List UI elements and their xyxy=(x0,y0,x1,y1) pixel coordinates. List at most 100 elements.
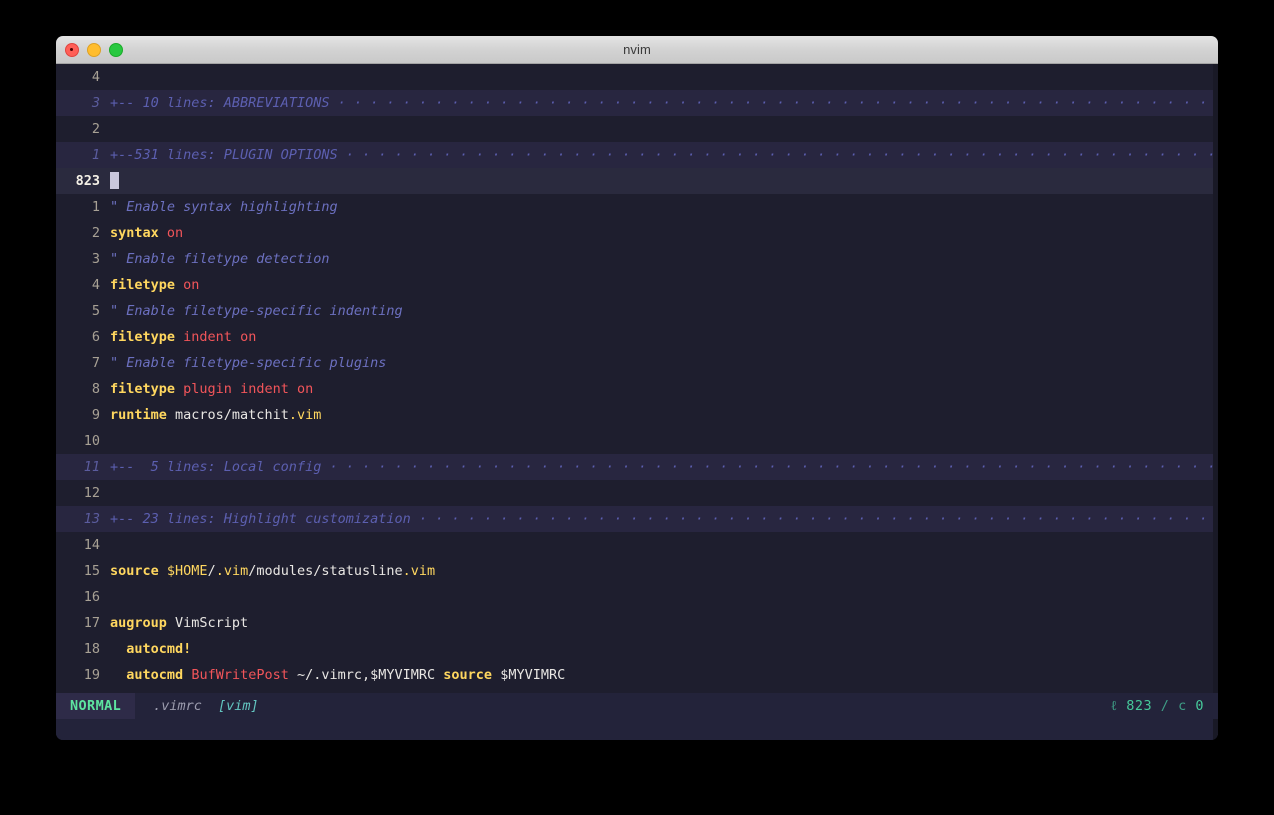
token-val: BufWritePost xyxy=(191,667,289,683)
buffer-line[interactable]: 15 source $HOME/.vim/modules/statusline.v… xyxy=(56,558,1218,584)
status-column-number: 0 xyxy=(1195,698,1204,714)
line-number: 17 xyxy=(83,615,100,631)
buffer-line[interactable]: 2 syntax on xyxy=(56,220,1218,246)
token-kw: augroup xyxy=(110,615,167,631)
token-txt: ~/.vimrc,$MYVIMRC xyxy=(288,667,444,683)
token-comment: " Enable syntax highlighting xyxy=(110,199,338,215)
buffer-line[interactable]: 2 xyxy=(56,116,1218,142)
token-val: on xyxy=(166,225,184,241)
line-content: filetype plugin indent on xyxy=(110,376,1218,402)
line-number: 2 xyxy=(91,121,100,137)
line-icon: ℓ xyxy=(1110,698,1118,714)
right-edge-gutter xyxy=(1213,64,1218,740)
buffer-line[interactable]: 19 autocmd BufWritePost ~/.vimrc,$MYVIMR… xyxy=(56,662,1218,688)
buffer-line[interactable]: 1 +--531 lines: PLUGIN OPTIONS · · · · · … xyxy=(56,142,1218,168)
line-content: runtime macros/matchit.vim xyxy=(110,402,1218,428)
line-number: 13 xyxy=(83,511,100,527)
line-number: 5 xyxy=(91,303,100,319)
buffer-line[interactable]: 3 " Enable filetype detection xyxy=(56,246,1218,272)
minimize-window-button[interactable] xyxy=(87,42,101,57)
status-separator: / xyxy=(1160,698,1170,714)
line-number: 823 xyxy=(75,173,100,189)
line-content xyxy=(110,168,1218,194)
line-content: filetype on xyxy=(110,272,1218,298)
token-kw: filetype xyxy=(110,277,176,293)
line-content: " Enable filetype-specific plugins xyxy=(110,350,1218,376)
buffer-line[interactable]: 1 " Enable syntax highlighting xyxy=(56,194,1218,220)
status-filename: .vimrc xyxy=(153,698,202,714)
token-kw2: .vim xyxy=(402,563,436,579)
line-number: 9 xyxy=(91,407,100,423)
token-kw: autocmd xyxy=(126,667,184,683)
line-number: 4 xyxy=(91,277,100,293)
maximize-window-button[interactable] xyxy=(109,42,123,57)
buffer-line[interactable]: 7 " Enable filetype-specific plugins xyxy=(56,350,1218,376)
token-val: indent on xyxy=(183,329,257,345)
token-txt: macros/matchit xyxy=(166,407,289,423)
line-content: " Enable filetype-specific indenting xyxy=(110,298,1218,324)
column-icon: c xyxy=(1178,698,1187,714)
line-number: 12 xyxy=(83,485,100,501)
close-window-button[interactable] xyxy=(65,42,79,57)
buffer-line[interactable]: 8 filetype plugin indent on xyxy=(56,376,1218,402)
status-line: NORMAL .vimrc [vim] ℓ 823 / c 0 xyxy=(56,693,1218,719)
buffer-line[interactable]: 12 xyxy=(56,480,1218,506)
buffer-line[interactable]: 6 filetype indent on xyxy=(56,324,1218,350)
line-number: 14 xyxy=(83,537,100,553)
buffer-line[interactable]: 9 runtime macros/matchit.vim xyxy=(56,402,1218,428)
buffer-line[interactable]: 4 xyxy=(56,64,1218,90)
line-content: +-- 5 lines: Local config · · · · · · · … xyxy=(110,459,1218,475)
token-txt: $MYVIMRC xyxy=(492,667,566,683)
nvim-window: nvim 4 3 +-- 10 lines: ABBREVIATIONS · · ·… xyxy=(56,36,1218,740)
line-number: 10 xyxy=(83,433,100,449)
line-content: syntax on xyxy=(110,220,1218,246)
line-number: 6 xyxy=(91,329,100,345)
buffer-line[interactable]: 11 +-- 5 lines: Local config · · · · · · … xyxy=(56,454,1218,480)
line-content: augroup VimScript xyxy=(110,610,1218,636)
line-content: +-- 10 lines: ABBREVIATIONS · · · · · · … xyxy=(110,95,1218,111)
buffer-line[interactable]: 5 " Enable filetype-specific indenting xyxy=(56,298,1218,324)
buffer-line[interactable]: 18 autocmd! xyxy=(56,636,1218,662)
text-buffer[interactable]: 4 3 +-- 10 lines: ABBREVIATIONS · · · · · … xyxy=(56,64,1218,693)
buffer-line[interactable]: 17 augroup VimScript xyxy=(56,610,1218,636)
line-content: autocmd! xyxy=(110,636,1218,662)
line-number: 1 xyxy=(91,147,100,163)
buffer-line[interactable]: 14 xyxy=(56,532,1218,558)
buffer-line[interactable]: 16 xyxy=(56,584,1218,610)
traffic-light-group xyxy=(65,36,123,63)
buffer-line[interactable]: 4 filetype on xyxy=(56,272,1218,298)
line-number: 2 xyxy=(91,225,100,241)
token-txt: /modules/statusline xyxy=(248,563,403,579)
token-comment: " Enable filetype detection xyxy=(110,251,330,267)
buffer-line[interactable]: 13 +-- 23 lines: Highlight customization … xyxy=(56,506,1218,532)
status-cursor-position: ℓ 823 / c 0 xyxy=(1111,693,1204,719)
line-number: 3 xyxy=(91,251,100,267)
line-content: " Enable syntax highlighting xyxy=(110,194,1218,220)
line-number: 1 xyxy=(91,199,100,215)
line-number: 3 xyxy=(91,95,100,111)
token-kw: filetype xyxy=(110,381,176,397)
line-content: +-- 23 lines: Highlight customization · … xyxy=(110,511,1218,527)
token-kw2: .vim xyxy=(288,407,322,423)
token-kw2: .vim xyxy=(215,563,249,579)
token-kw: autocmd! xyxy=(126,641,192,657)
buffer-line[interactable]: 10 xyxy=(56,428,1218,454)
token-kw: source xyxy=(443,667,493,683)
buffer-line[interactable]: 3 +-- 10 lines: ABBREVIATIONS · · · · · ·… xyxy=(56,90,1218,116)
text-cursor xyxy=(110,171,119,189)
status-filetype: [vim] xyxy=(217,698,259,714)
buffer-line[interactable]: 823 xyxy=(56,168,1218,194)
window-title: nvim xyxy=(623,42,651,57)
token-val: on xyxy=(183,277,200,293)
line-content: +--531 lines: PLUGIN OPTIONS · · · · · ·… xyxy=(110,147,1218,163)
token-val: plugin indent on xyxy=(183,381,314,397)
line-number: 11 xyxy=(83,459,100,475)
window-bottom-padding xyxy=(56,719,1218,740)
line-content: source $HOME/.vim/modules/statusline.vim xyxy=(110,558,1218,584)
window-titlebar: nvim xyxy=(56,36,1218,64)
token-var: $HOME xyxy=(166,563,208,579)
